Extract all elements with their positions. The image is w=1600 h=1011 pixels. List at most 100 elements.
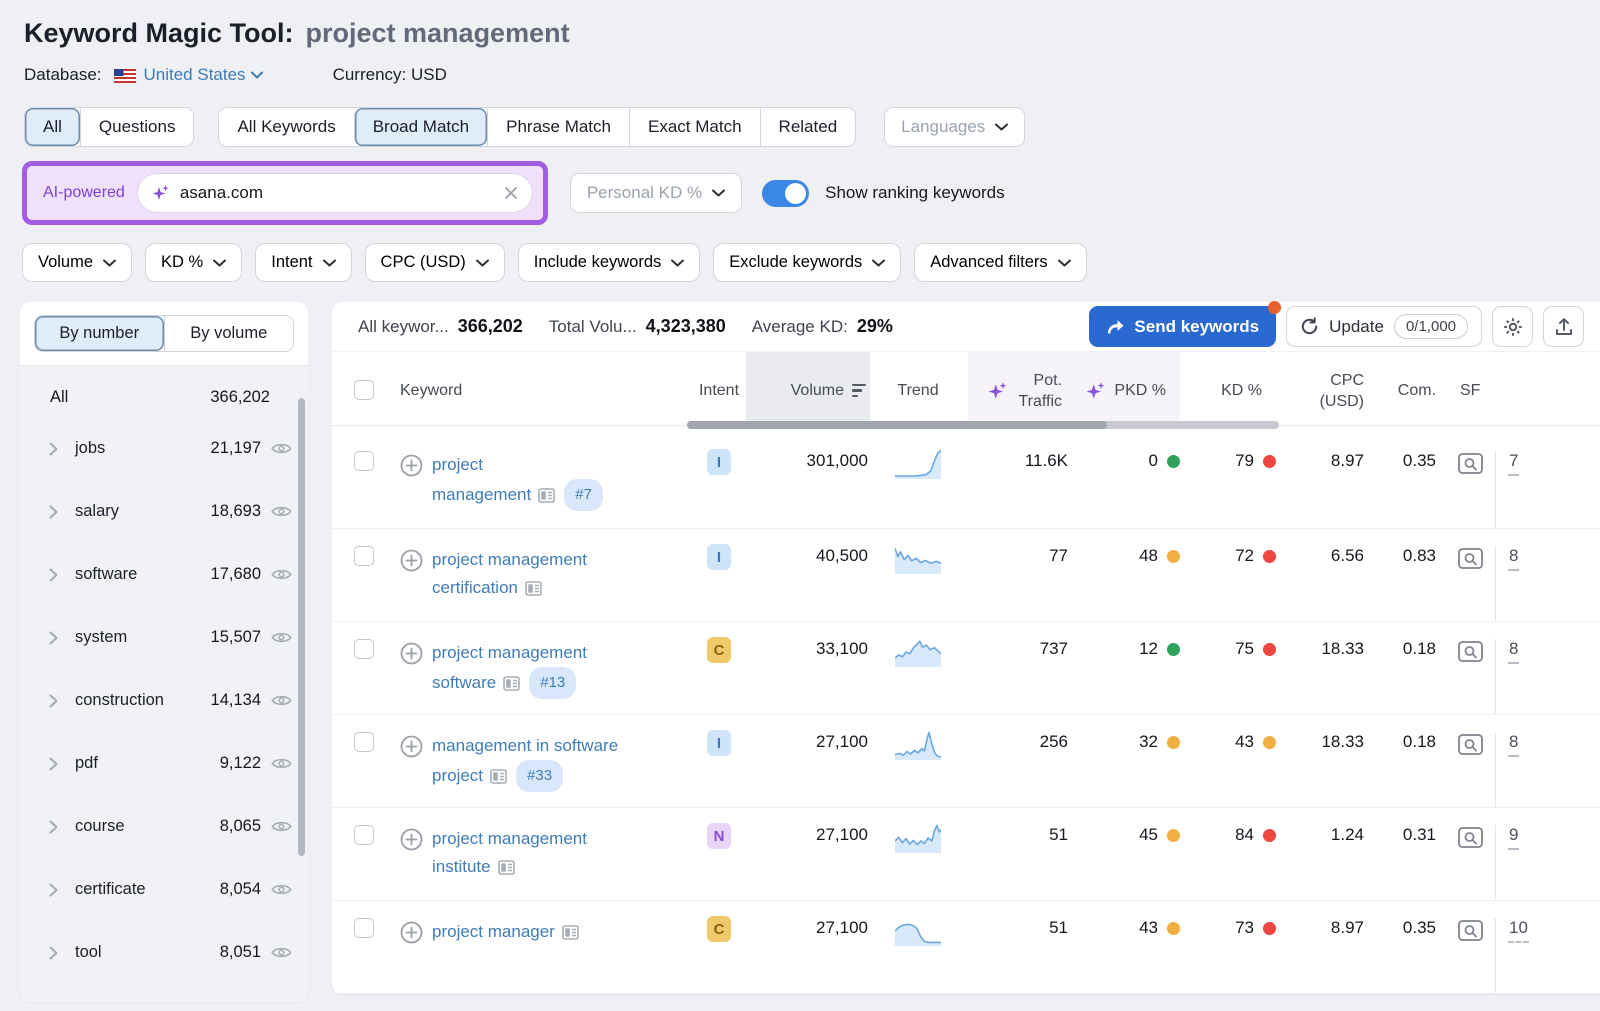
add-keyword-icon[interactable] — [400, 828, 423, 851]
eye-icon[interactable] — [271, 441, 292, 456]
keyword-link[interactable]: project management — [432, 550, 587, 569]
sf-count[interactable]: 7 — [1508, 451, 1519, 476]
tab-all-keywords[interactable]: All Keywords — [219, 108, 353, 146]
group-all-row[interactable]: All 366,202 — [20, 368, 308, 417]
serp-preview-button[interactable] — [1458, 453, 1483, 474]
column-keyword[interactable]: Keyword — [400, 352, 690, 425]
filter-include-keywords[interactable]: Include keywords — [518, 243, 700, 282]
filter-cpc-usd-[interactable]: CPC (USD) — [365, 243, 505, 282]
update-button[interactable]: Update 0/1,000 — [1286, 306, 1482, 347]
serp-features-icon[interactable] — [490, 769, 507, 784]
add-keyword-icon[interactable] — [400, 454, 423, 477]
add-keyword-icon[interactable] — [400, 642, 423, 665]
select-all-checkbox[interactable] — [354, 380, 374, 400]
group-row-pdf[interactable]: pdf9,122 — [20, 732, 308, 795]
tab-related[interactable]: Related — [760, 108, 856, 146]
add-keyword-icon[interactable] — [400, 921, 423, 944]
chevron-right-icon[interactable] — [48, 882, 59, 898]
ai-domain-input[interactable]: asana.com — [137, 173, 533, 213]
chevron-right-icon[interactable] — [48, 567, 59, 583]
eye-icon[interactable] — [271, 819, 292, 834]
sidebar-tab-by-number[interactable]: By number — [35, 316, 164, 351]
group-row-system[interactable]: system15,507 — [20, 606, 308, 669]
column-pkd[interactable]: PKD % — [1068, 352, 1180, 425]
chevron-right-icon[interactable] — [48, 756, 59, 772]
tab-all[interactable]: All — [25, 108, 80, 146]
ranking-position-badge[interactable]: #33 — [516, 760, 563, 792]
ranking-position-badge[interactable]: #7 — [564, 479, 603, 511]
eye-icon[interactable] — [271, 945, 292, 960]
group-row-certificate[interactable]: certificate8,054 — [20, 858, 308, 921]
eye-icon[interactable] — [271, 693, 292, 708]
serp-features-icon[interactable] — [525, 581, 542, 596]
chevron-right-icon[interactable] — [48, 630, 59, 646]
serp-features-icon[interactable] — [503, 676, 520, 691]
sf-count[interactable]: 9 — [1508, 825, 1519, 850]
column-trend[interactable]: Trend — [868, 352, 968, 425]
column-sf[interactable]: SF — [1436, 352, 1600, 425]
sidebar-tab-by-volume[interactable]: By volume — [164, 316, 294, 351]
filter-kd-[interactable]: KD % — [145, 243, 242, 282]
keyword-link[interactable]: project management — [432, 829, 587, 848]
column-pot-traffic[interactable]: Pot.Traffic — [968, 352, 1068, 425]
chevron-right-icon[interactable] — [48, 441, 59, 457]
keyword-link[interactable]: project — [432, 766, 483, 785]
show-ranking-keywords-toggle[interactable] — [762, 180, 809, 207]
row-checkbox[interactable] — [354, 732, 374, 752]
filter-intent[interactable]: Intent — [255, 243, 351, 282]
filter-exclude-keywords[interactable]: Exclude keywords — [713, 243, 901, 282]
add-keyword-icon[interactable] — [400, 549, 423, 572]
sidebar-scrollbar[interactable] — [298, 398, 305, 856]
serp-preview-button[interactable] — [1458, 734, 1483, 755]
keyword-link[interactable]: certification — [432, 578, 518, 597]
serp-preview-button[interactable] — [1458, 641, 1483, 662]
sf-count[interactable]: 8 — [1508, 546, 1519, 571]
row-checkbox[interactable] — [354, 639, 374, 659]
sf-count[interactable]: 10 — [1508, 918, 1529, 943]
group-row-salary[interactable]: salary18,693 — [20, 480, 308, 543]
intent-badge[interactable]: C — [707, 637, 731, 663]
column-com[interactable]: Com. — [1364, 352, 1436, 425]
group-row-jobs[interactable]: jobs21,197 — [20, 417, 308, 480]
group-row-construction[interactable]: construction14,134 — [20, 669, 308, 732]
intent-badge[interactable]: I — [707, 544, 731, 570]
column-cpc[interactable]: CPC(USD) — [1276, 352, 1364, 425]
tab-broad-match[interactable]: Broad Match — [354, 108, 487, 146]
column-kd[interactable]: KD % — [1180, 352, 1276, 425]
keyword-link[interactable]: institute — [432, 857, 491, 876]
horizontal-scrollbar[interactable] — [687, 421, 1279, 429]
row-checkbox[interactable] — [354, 918, 374, 938]
export-button[interactable] — [1543, 306, 1584, 347]
sf-count[interactable]: 8 — [1508, 732, 1519, 757]
row-checkbox[interactable] — [354, 546, 374, 566]
serp-preview-button[interactable] — [1458, 827, 1483, 848]
serp-preview-button[interactable] — [1458, 548, 1483, 569]
eye-icon[interactable] — [271, 756, 292, 771]
ranking-position-badge[interactable]: #13 — [529, 667, 576, 699]
eye-icon[interactable] — [271, 567, 292, 582]
intent-badge[interactable]: I — [707, 730, 731, 756]
chevron-right-icon[interactable] — [48, 945, 59, 961]
eye-icon[interactable] — [271, 504, 292, 519]
group-row-course[interactable]: course8,065 — [20, 795, 308, 858]
intent-badge[interactable]: N — [707, 823, 731, 849]
row-checkbox[interactable] — [354, 451, 374, 471]
sf-count[interactable]: 8 — [1508, 639, 1519, 664]
personal-kd-dropdown[interactable]: Personal KD % — [570, 173, 742, 213]
column-intent[interactable]: Intent — [690, 352, 748, 425]
table-settings-button[interactable] — [1492, 306, 1533, 347]
add-keyword-icon[interactable] — [400, 735, 423, 758]
keyword-link[interactable]: management in software — [432, 736, 618, 755]
group-row-software[interactable]: software17,680 — [20, 543, 308, 606]
chevron-right-icon[interactable] — [48, 819, 59, 835]
keyword-link[interactable]: management — [432, 485, 531, 504]
intent-badge[interactable]: I — [707, 449, 731, 475]
intent-badge[interactable]: C — [707, 916, 731, 942]
languages-dropdown[interactable]: Languages — [884, 107, 1025, 147]
row-checkbox[interactable] — [354, 825, 374, 845]
database-selector[interactable]: United States — [144, 65, 263, 85]
serp-features-icon[interactable] — [562, 925, 579, 940]
keyword-link[interactable]: project — [432, 455, 483, 474]
tab-questions[interactable]: Questions — [80, 108, 194, 146]
chevron-right-icon[interactable] — [48, 504, 59, 520]
